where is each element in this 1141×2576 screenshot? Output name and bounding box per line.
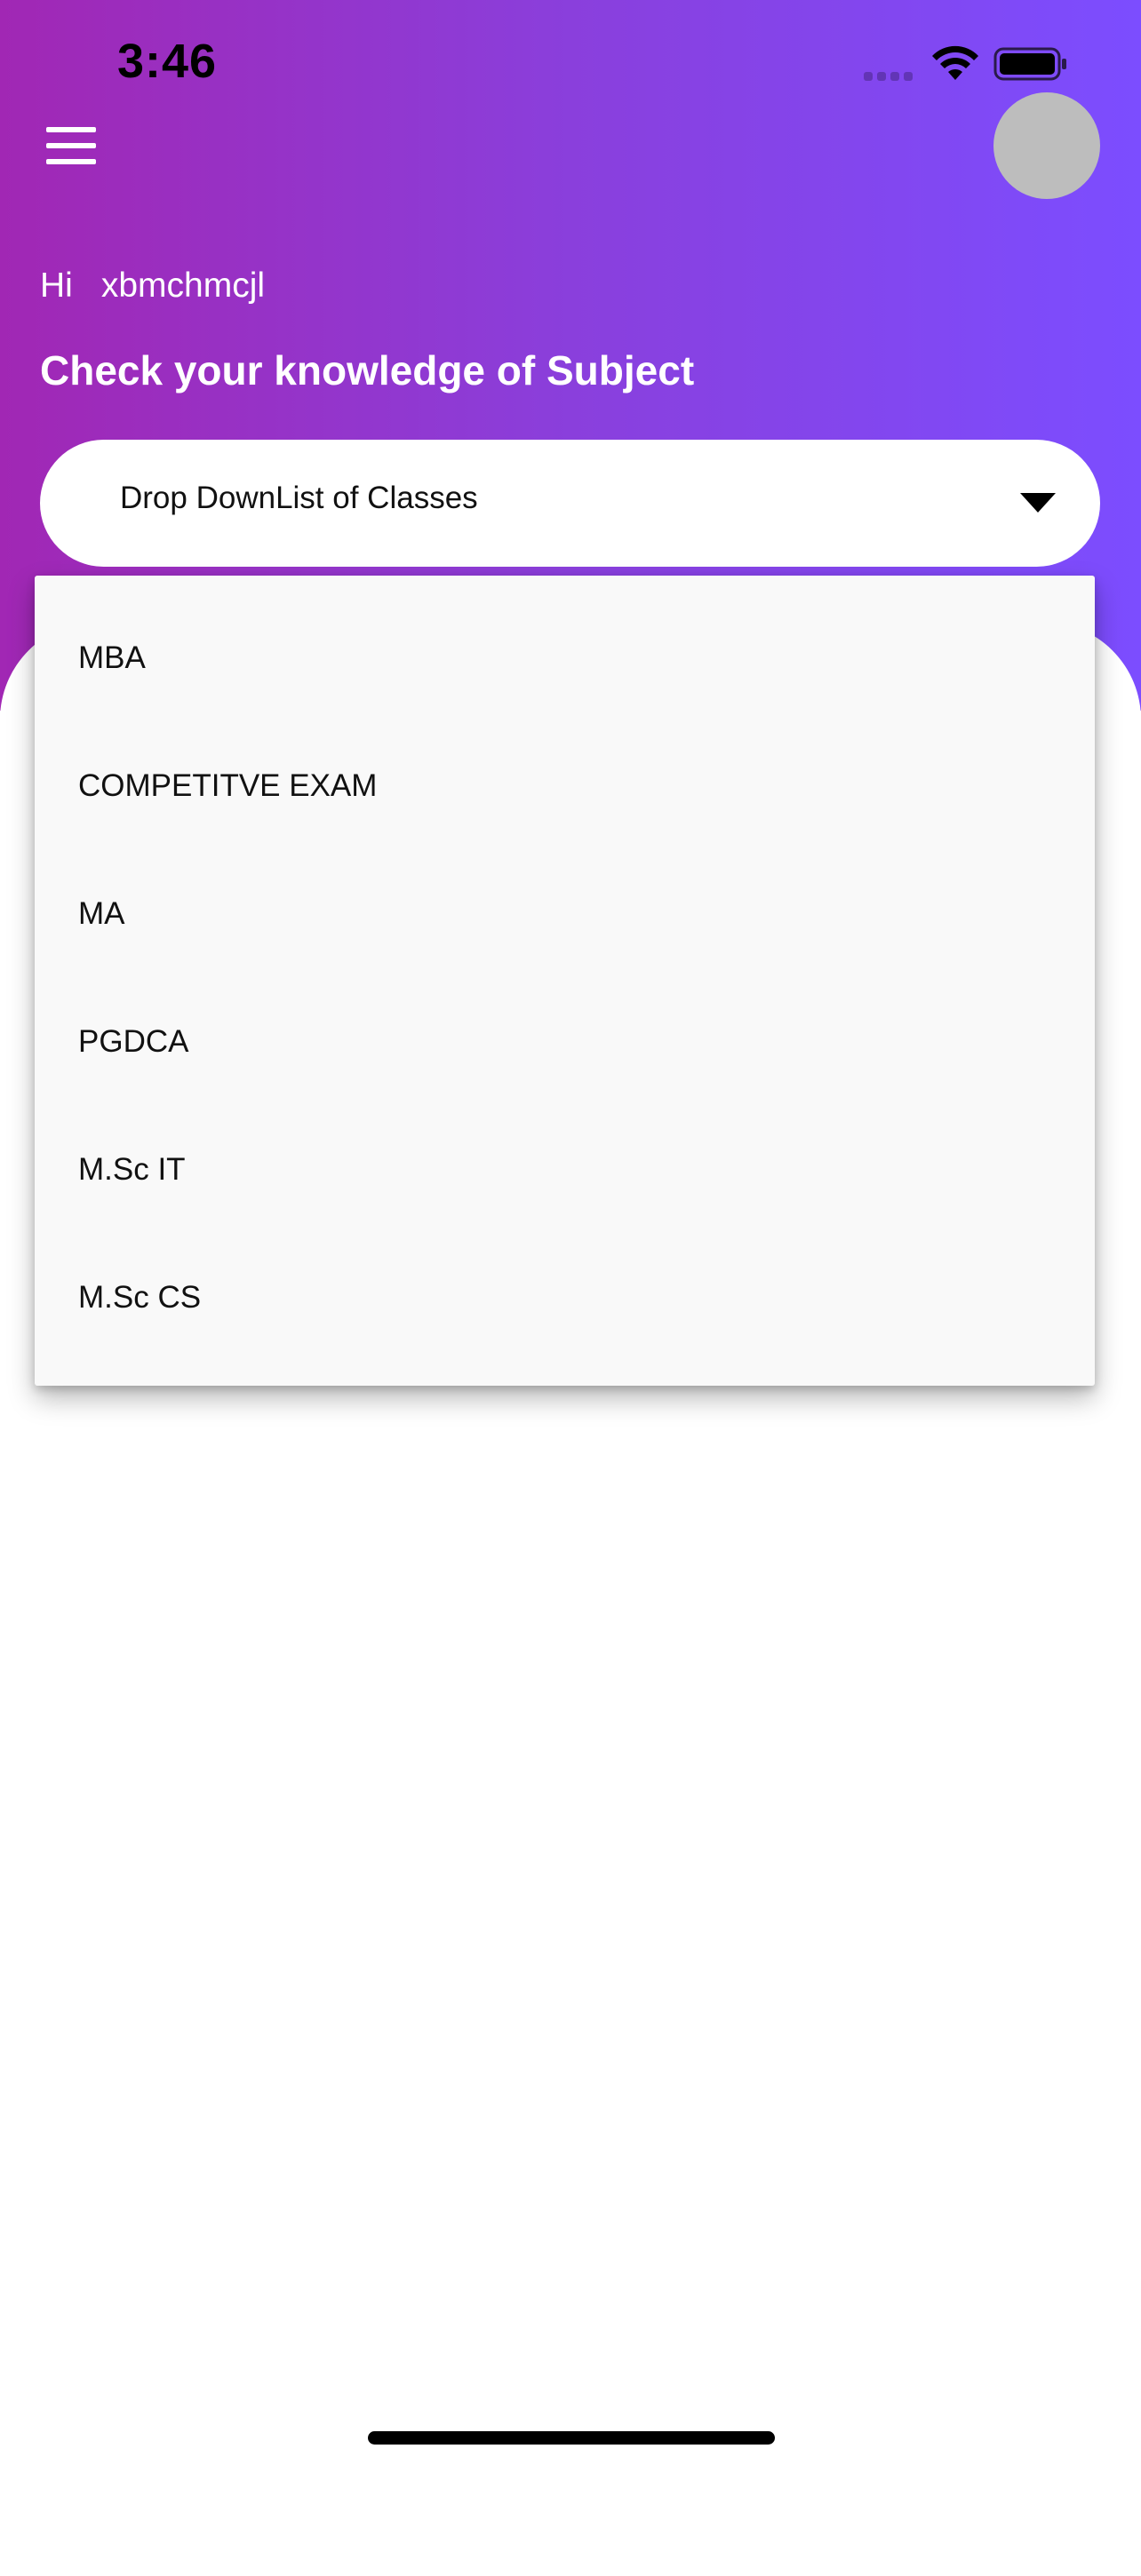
status-bar-time: 3:46 [117, 35, 218, 88]
dropdown-option-msc-it[interactable]: M.Sc IT [35, 1106, 1095, 1234]
dropdown-menu: MBA COMPETITVE EXAM MA PGDCA M.Sc IT M.S… [35, 576, 1095, 1386]
dropdown-option-mba[interactable]: MBA [35, 594, 1095, 722]
home-indicator[interactable] [368, 2431, 775, 2445]
page-title: Check your knowledge of Subject [40, 347, 695, 394]
greeting-prefix: Hi [40, 266, 73, 305]
dropdown-option-pgdca[interactable]: PGDCA [35, 978, 1095, 1106]
dropdown-option-ma[interactable]: MA [35, 850, 1095, 978]
avatar[interactable] [993, 92, 1100, 199]
dropdown-placeholder: Drop DownList of Classes [120, 481, 478, 515]
cellular-signal-icon [864, 69, 917, 81]
dropdown-caret-icon [1020, 493, 1056, 513]
dropdown-option-competitive-exam[interactable]: COMPETITVE EXAM [35, 722, 1095, 850]
wifi-icon [932, 45, 978, 80]
battery-icon [993, 47, 1066, 81]
dropdown-option-msc-cs[interactable]: M.Sc CS [35, 1234, 1095, 1362]
class-dropdown[interactable]: Drop DownList of Classes [40, 440, 1100, 567]
user-name: xbmchmcjl [100, 266, 266, 305]
hamburger-menu-icon[interactable] [46, 127, 96, 164]
greeting: Hi xbmchmcjl [40, 266, 265, 306]
